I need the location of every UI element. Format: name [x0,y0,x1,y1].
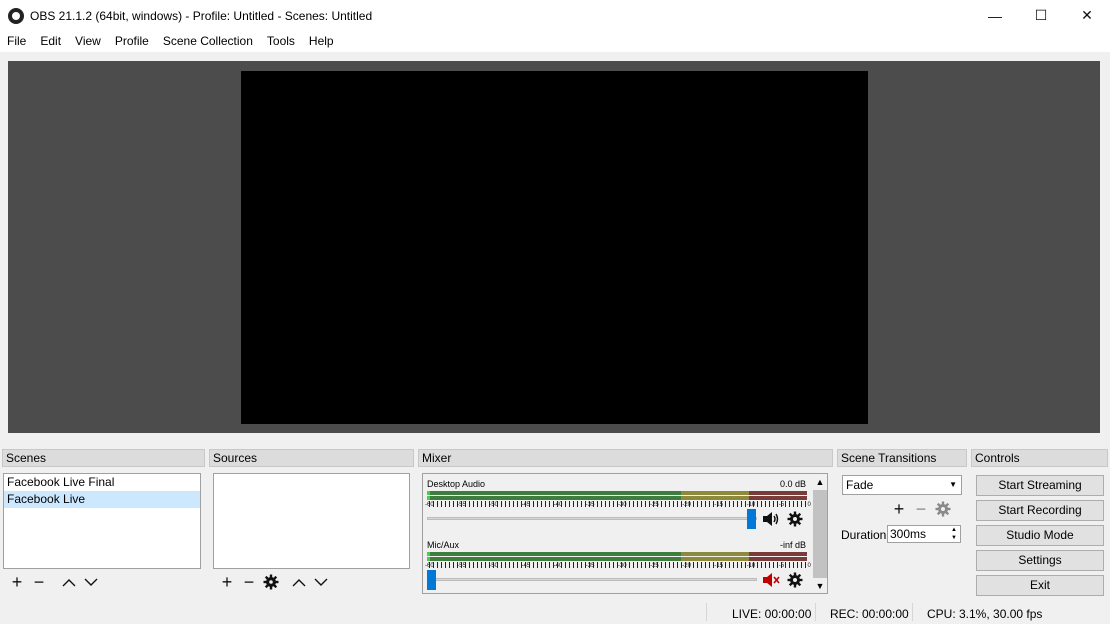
title-bar: OBS 21.1.2 (64bit, windows) - Profile: U… [0,0,1110,31]
status-separator [706,603,707,621]
list-item[interactable]: Facebook Live Final [4,474,200,491]
mic-aux-settings-gear-icon[interactable] [787,572,803,592]
status-separator [912,603,913,621]
move-scene-down-chevron-icon[interactable] [80,572,102,592]
desktop-audio-tick-labels: -60 -55 -50 -45 -40 -35 -30 -25 -20 -15 -10 -5 0 [425,502,811,508]
mixer-scrollbar-thumb[interactable] [813,490,827,578]
transition-select-value: Fade [846,478,874,492]
scroll-down-arrow-icon[interactable]: ▼ [813,579,827,593]
add-transition-plus-icon[interactable]: + [888,499,910,519]
duration-label: Duration [841,528,887,542]
menu-file[interactable]: File [0,31,33,52]
start-streaming-button[interactable]: Start Streaming [976,475,1104,496]
remove-scene-minus-icon[interactable]: − [28,572,50,592]
cpu-fps-status: CPU: 3.1%, 30.00 fps [927,607,1043,621]
sources-dock-title: Sources [209,449,414,467]
scenes-dock-title: Scenes [2,449,205,467]
studio-mode-button[interactable]: Studio Mode [976,525,1104,546]
settings-button[interactable]: Settings [976,550,1104,571]
mic-aux-muted-speaker-icon[interactable] [762,572,780,591]
menu-help[interactable]: Help [302,31,341,52]
preview-canvas[interactable] [241,71,868,424]
mic-aux-volume-slider[interactable] [427,578,757,581]
mic-aux-meter-right [427,557,807,561]
remove-source-minus-icon[interactable]: − [238,572,260,592]
mic-aux-db: -inf dB [779,540,806,550]
mixer-dock-title: Mixer [418,449,833,467]
menu-profile[interactable]: Profile [108,31,156,52]
move-source-down-chevron-icon[interactable] [310,572,332,592]
list-item[interactable]: Facebook Live [4,491,200,508]
close-button[interactable]: ✕ [1064,0,1110,31]
start-recording-button[interactable]: Start Recording [976,500,1104,521]
menu-scene-collection[interactable]: Scene Collection [156,31,260,52]
desktop-audio-volume-handle[interactable] [747,509,756,529]
desktop-audio-label: Desktop Audio [427,479,486,489]
transitions-dock-title: Scene Transitions [837,449,967,467]
desktop-audio-meter-right [427,496,807,500]
menu-edit[interactable]: Edit [33,31,68,52]
desktop-audio-db: 0.0 dB [779,479,806,489]
maximize-button[interactable]: ☐ [1018,0,1064,31]
desktop-audio-speaker-icon[interactable] [762,511,780,530]
chevron-down-icon: ▼ [949,480,957,489]
source-properties-gear-icon[interactable] [260,572,282,592]
scenes-list[interactable]: Facebook Live Final Facebook Live [3,473,201,569]
add-source-plus-icon[interactable]: + [216,572,238,592]
transitions-toolbar: + − [888,499,954,519]
rec-timer: REC: 00:00:00 [830,607,909,621]
transition-properties-gear-icon[interactable] [932,499,954,519]
minimize-button[interactable]: — [972,0,1018,31]
obs-logo-icon [8,7,24,24]
duration-spinbox[interactable]: 300ms ▲ ▼ [887,525,961,543]
window-controls: — ☐ ✕ [972,0,1110,31]
move-source-up-chevron-icon[interactable] [288,572,310,592]
exit-button[interactable]: Exit [976,575,1104,596]
duration-value: 300ms [890,527,927,541]
menu-bar: File Edit View Profile Scene Collection … [0,31,1110,52]
controls-dock-title: Controls [971,449,1108,467]
mic-aux-meter [427,552,807,556]
scenes-toolbar: + − [6,572,102,592]
mic-aux-label: Mic/Aux [427,540,460,550]
scroll-up-arrow-icon[interactable]: ▲ [813,475,827,489]
mic-aux-tick-labels: -60 -55 -50 -45 -40 -35 -30 -25 -20 -15 -10 -5 0 [425,563,811,569]
status-separator [815,603,816,621]
status-bar: LIVE: 00:00:00 REC: 00:00:00 CPU: 3.1%, … [0,600,1110,624]
mic-aux-volume-handle[interactable] [427,570,436,590]
window-title: OBS 21.1.2 (64bit, windows) - Profile: U… [30,8,373,23]
transition-select[interactable]: Fade ▼ [842,475,962,495]
remove-transition-minus-icon[interactable]: − [910,499,932,519]
sources-list[interactable] [213,473,410,569]
desktop-audio-meter [427,491,807,495]
menu-view[interactable]: View [68,31,108,52]
desktop-audio-volume-slider[interactable] [427,517,757,520]
menu-tools[interactable]: Tools [260,31,302,52]
sources-toolbar: + − [216,572,332,592]
preview-area[interactable] [8,61,1100,433]
spin-arrows-icon[interactable]: ▲ ▼ [948,526,960,542]
live-timer: LIVE: 00:00:00 [732,607,812,621]
add-scene-plus-icon[interactable]: + [6,572,28,592]
desktop-audio-settings-gear-icon[interactable] [787,511,803,531]
move-scene-up-chevron-icon[interactable] [58,572,80,592]
